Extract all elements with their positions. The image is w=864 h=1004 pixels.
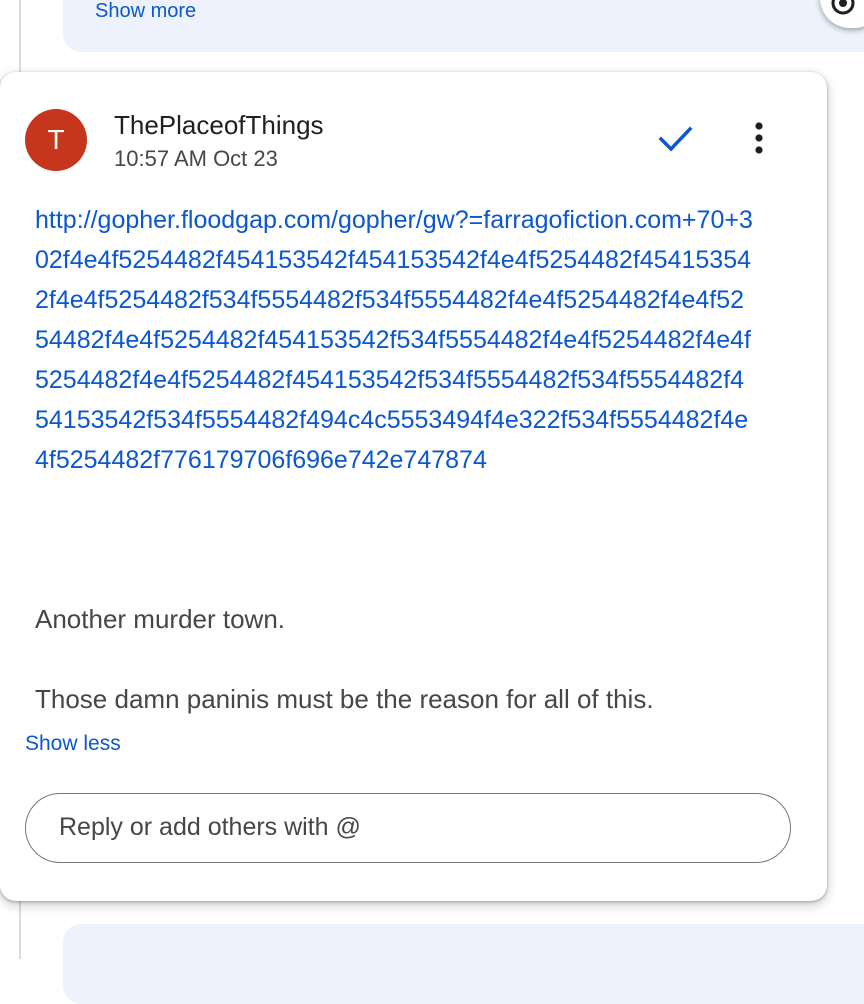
more-vert-icon (755, 122, 763, 154)
comment-link[interactable]: http://gopher.floodgap.com/gopher/gw?=fa… (35, 200, 755, 480)
comment-timestamp: 10:57 AM Oct 23 (114, 146, 278, 171)
checkmark-icon (658, 126, 693, 152)
next-comment-card (63, 924, 864, 1004)
resolve-button[interactable] (652, 117, 700, 161)
comment-card: T ThePlaceofThings 10:57 AM Oct 23 http:… (0, 72, 827, 901)
show-less-link[interactable]: Show less (25, 732, 121, 756)
avatar[interactable]: T (25, 109, 87, 171)
comment-author: ThePlaceofThings (114, 110, 324, 140)
show-more-link[interactable]: Show more (95, 0, 196, 23)
floating-action-icon (831, 0, 855, 15)
comment-paragraph: Another murder town. (35, 604, 286, 634)
previous-comment-card: Show more (63, 0, 864, 52)
comment-paragraph: Those damn paninis must be the reason fo… (35, 684, 654, 714)
reply-input[interactable]: Reply or add others with @ (25, 793, 791, 863)
more-options-button[interactable] (736, 117, 782, 163)
